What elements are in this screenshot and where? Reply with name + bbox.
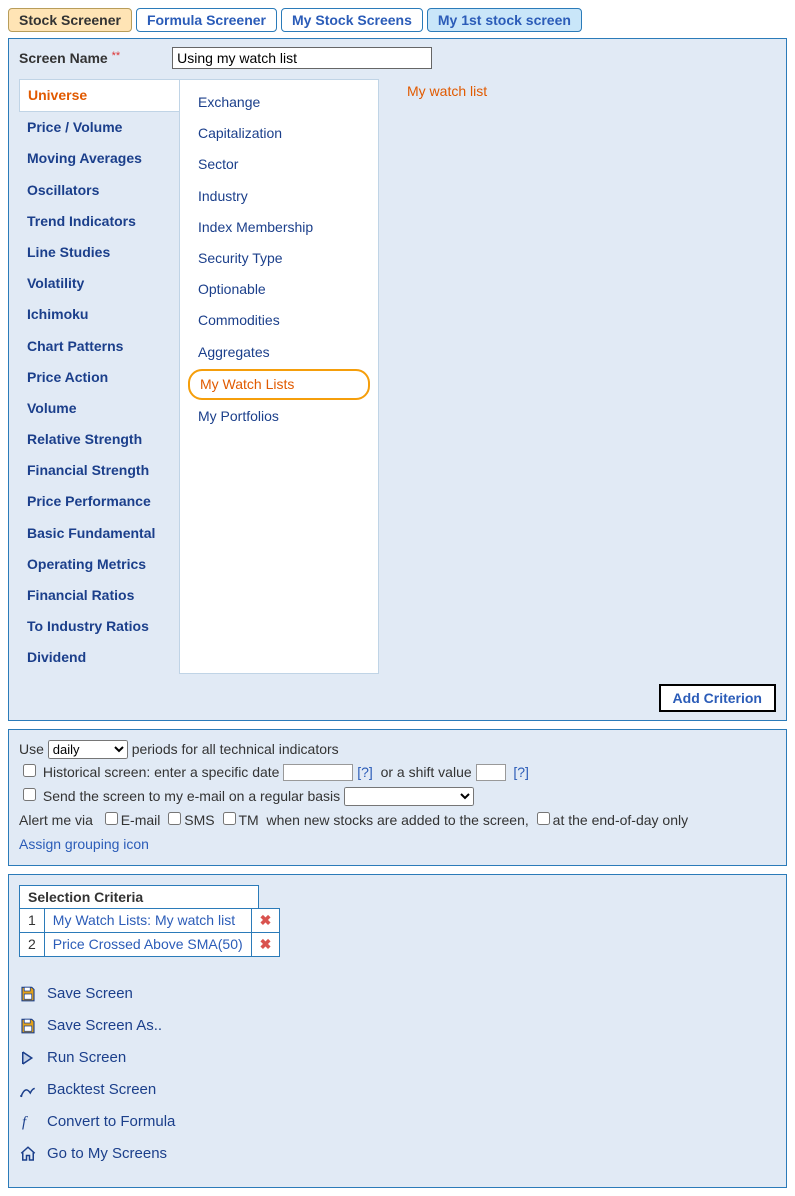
shift-value-input[interactable] [476, 764, 506, 781]
sub-sector[interactable]: Sector [188, 150, 370, 179]
category-ichimoku[interactable]: Ichimoku [19, 299, 179, 330]
category-to-industry-ratios[interactable]: To Industry Ratios [19, 611, 179, 642]
svg-text:f: f [22, 1114, 28, 1130]
detail-title: My watch list [407, 83, 748, 99]
alert-tm-label: TM [239, 812, 259, 828]
sub-commodities[interactable]: Commodities [188, 306, 370, 335]
home-icon [19, 1145, 37, 1163]
category-moving-averages[interactable]: Moving Averages [19, 143, 179, 174]
category-financial-ratios[interactable]: Financial Ratios [19, 580, 179, 611]
alert-prefix: Alert me via [19, 812, 93, 828]
tab-my-stock-screens[interactable]: My Stock Screens [281, 8, 423, 32]
formula-icon: f [19, 1113, 37, 1131]
alert-eod-label: at the end-of-day only [553, 812, 688, 828]
sub-aggregates[interactable]: Aggregates [188, 338, 370, 367]
sub-exchange[interactable]: Exchange [188, 88, 370, 117]
delete-icon[interactable]: ✖ [260, 912, 272, 928]
top-tabs: Stock Screener Formula Screener My Stock… [8, 8, 787, 32]
category-price-performance[interactable]: Price Performance [19, 486, 179, 517]
alert-email-checkbox[interactable] [105, 812, 118, 825]
alert-mid: when new stocks are added to the screen, [267, 812, 529, 828]
category-oscillators[interactable]: Oscillators [19, 175, 179, 206]
category-relative-strength[interactable]: Relative Strength [19, 424, 179, 455]
run-screen-button[interactable]: Run Screen [19, 1049, 776, 1067]
alert-email-label: E-mail [121, 812, 161, 828]
go-to-my-screens-button[interactable]: Go to My Screens [19, 1145, 776, 1163]
or-shift-label: or a shift value [381, 764, 472, 780]
delete-icon[interactable]: ✖ [260, 936, 272, 952]
category-dividend[interactable]: Dividend [19, 642, 179, 673]
backtest-icon [19, 1081, 37, 1099]
criteria-table: 1 My Watch Lists: My watch list ✖ 2 Pric… [19, 908, 280, 957]
historical-date-input[interactable] [283, 764, 353, 781]
row-number: 1 [20, 908, 45, 932]
sub-security-type[interactable]: Security Type [188, 244, 370, 273]
criterion-text[interactable]: My Watch Lists: My watch list [44, 908, 251, 932]
use-label: Use [19, 741, 44, 757]
category-line-studies[interactable]: Line Studies [19, 237, 179, 268]
screen-name-label: Screen Name ** [19, 50, 120, 66]
row-number: 2 [20, 932, 45, 956]
add-criterion-button[interactable]: Add Criterion [659, 684, 776, 712]
save-as-icon [19, 1017, 37, 1035]
criteria-header: Selection Criteria [19, 885, 259, 909]
save-screen-as-button[interactable]: Save Screen As.. [19, 1017, 776, 1035]
alert-eod-checkbox[interactable] [537, 812, 550, 825]
save-icon [19, 985, 37, 1003]
assign-grouping-icon-link[interactable]: Assign grouping icon [19, 833, 776, 857]
criteria-detail: My watch list [379, 79, 776, 674]
backtest-screen-button[interactable]: Backtest Screen [19, 1081, 776, 1099]
subcategory-list: Exchange Capitalization Sector Industry … [179, 79, 379, 674]
table-row: 2 Price Crossed Above SMA(50) ✖ [20, 932, 280, 956]
selection-criteria-panel: Selection Criteria 1 My Watch Lists: My … [8, 874, 787, 1188]
category-list: Universe Price / Volume Moving Averages … [19, 79, 179, 674]
criterion-text[interactable]: Price Crossed Above SMA(50) [44, 932, 251, 956]
category-universe[interactable]: Universe [19, 79, 180, 112]
alert-sms-label: SMS [184, 812, 214, 828]
table-row: 1 My Watch Lists: My watch list ✖ [20, 908, 280, 932]
help-shift[interactable]: [?] [513, 764, 529, 780]
tab-formula-screener[interactable]: Formula Screener [136, 8, 277, 32]
help-date[interactable]: [?] [357, 764, 373, 780]
category-operating-metrics[interactable]: Operating Metrics [19, 549, 179, 580]
sub-industry[interactable]: Industry [188, 182, 370, 211]
email-frequency-select[interactable] [344, 787, 474, 806]
screen-name-input[interactable] [172, 47, 432, 69]
category-price-action[interactable]: Price Action [19, 362, 179, 393]
sub-optionable[interactable]: Optionable [188, 275, 370, 304]
category-price-volume[interactable]: Price / Volume [19, 112, 179, 143]
sub-index-membership[interactable]: Index Membership [188, 213, 370, 242]
use-suffix: periods for all technical indicators [132, 741, 339, 757]
historical-label: Historical screen: enter a specific date [43, 764, 280, 780]
convert-to-formula-button[interactable]: f Convert to Formula [19, 1113, 776, 1131]
screen-builder-panel: Screen Name ** Universe Price / Volume M… [8, 38, 787, 721]
settings-panel: Use daily periods for all technical indi… [8, 729, 787, 866]
category-financial-strength[interactable]: Financial Strength [19, 455, 179, 486]
run-icon [19, 1049, 37, 1067]
category-volatility[interactable]: Volatility [19, 268, 179, 299]
historical-checkbox[interactable] [23, 764, 36, 777]
sub-my-watch-lists[interactable]: My Watch Lists [188, 369, 370, 400]
save-screen-button[interactable]: Save Screen [19, 985, 776, 1003]
alert-sms-checkbox[interactable] [168, 812, 181, 825]
actions-list: Save Screen Save Screen As.. Run Screen … [19, 985, 776, 1163]
category-trend-indicators[interactable]: Trend Indicators [19, 206, 179, 237]
send-email-label: Send the screen to my e-mail on a regula… [43, 788, 340, 804]
category-volume[interactable]: Volume [19, 393, 179, 424]
sub-my-portfolios[interactable]: My Portfolios [188, 402, 370, 431]
category-chart-patterns[interactable]: Chart Patterns [19, 331, 179, 362]
alert-tm-checkbox[interactable] [223, 812, 236, 825]
criteria-picker: Universe Price / Volume Moving Averages … [19, 79, 776, 674]
tab-my-1st-stock-screen[interactable]: My 1st stock screen [427, 8, 582, 32]
tab-stock-screener[interactable]: Stock Screener [8, 8, 132, 32]
category-basic-fundamental[interactable]: Basic Fundamental [19, 518, 179, 549]
period-select[interactable]: daily [48, 740, 128, 759]
send-email-checkbox[interactable] [23, 788, 36, 801]
sub-capitalization[interactable]: Capitalization [188, 119, 370, 148]
